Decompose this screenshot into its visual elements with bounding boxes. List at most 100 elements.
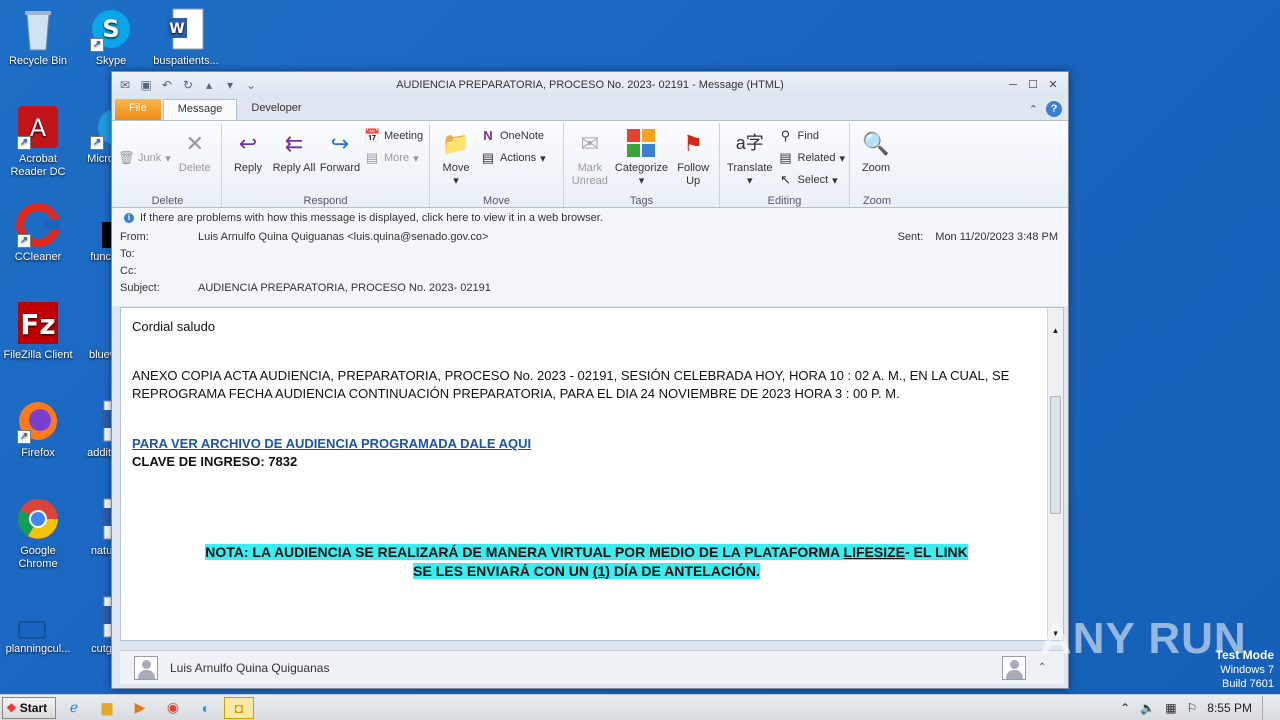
svg-text:Fz: Fz xyxy=(20,308,55,341)
envelope-icon: ✉ xyxy=(119,78,131,92)
follow-up-button[interactable]: ⚑ Follow Up xyxy=(671,125,715,205)
ribbon-group-editing: a字 Translate ▾ ⚲ Find ▤ Related ▾ ↖ Select ▾ E… xyxy=(720,123,850,207)
related-button[interactable]: ▤ Related ▾ xyxy=(778,149,845,167)
title-bar: ✉ ▣ ↶ ↻ ▴ ▾ ⌄ AUDIENCIA PREPARATORIA, PR… xyxy=(112,72,1068,98)
delete-label: Delete xyxy=(178,162,211,174)
note-line-2a: SE LES ENVIARÁ CON UN xyxy=(413,563,593,579)
from-value[interactable]: Luis Arnulfo Quina Quiguanas <luis.quina… xyxy=(198,231,488,243)
action-center-flag-icon[interactable]: ⚐ xyxy=(1187,701,1198,715)
note-lifesize: LIFESIZE xyxy=(843,544,905,560)
help-icon[interactable]: ? xyxy=(1046,101,1062,117)
meeting-button[interactable]: 📅 Meeting xyxy=(364,127,423,145)
meeting-label: Meeting xyxy=(384,130,424,142)
find-button[interactable]: ⚲ Find xyxy=(778,127,845,145)
sent-label: Sent: xyxy=(897,230,924,243)
ribbon-group-respond: ↩ Reply ⇇ Reply All ↪ Forward 📅 Meeting ▤… xyxy=(222,123,430,207)
people-pane: Luis Arnulfo Quina Quiguanas ⌃ xyxy=(120,650,1064,684)
chrome-taskbar-icon[interactable]: ◉ xyxy=(158,697,188,719)
group-label-zoom: Zoom xyxy=(862,195,892,207)
related-label: Related xyxy=(797,152,836,164)
ribbon: 🗑 Junk ▾ ✕ Delete Delete ↩ Reply ⇇ Reply A… xyxy=(112,120,1068,208)
archive-link[interactable]: PARA VER ARCHIVO DE AUDIENCIA PROGRAMADA… xyxy=(132,436,531,451)
skype-icon: S ↗ xyxy=(88,6,134,52)
customize-toolbar-icon[interactable]: ⌄ xyxy=(244,78,258,92)
zoom-label: Zoom xyxy=(861,162,891,174)
note-one: (1) xyxy=(592,563,610,579)
junk-button[interactable]: 🗑 Junk ▾ xyxy=(118,149,171,167)
note-line-1: NOTA: LA AUDIENCIA SE REALIZARÁ DE MANER… xyxy=(205,544,968,560)
scroll-thumb[interactable] xyxy=(1050,396,1061,514)
desktop-icon-chrome[interactable]: Google Chrome xyxy=(0,496,76,571)
test-mode-notice: Test Mode Windows 7 Build 7601 xyxy=(1216,648,1274,691)
desktop-icon-acrobat[interactable]: A ↗ Acrobat Reader DC xyxy=(0,104,76,179)
categorize-button[interactable]: Categorize ▾ xyxy=(614,125,670,205)
file-icon xyxy=(15,594,61,640)
forward-button[interactable]: ↪ Forward xyxy=(318,125,362,205)
undo-icon[interactable]: ↶ xyxy=(160,78,174,92)
recycle-bin-icon xyxy=(15,6,61,52)
more-button[interactable]: ▤ More ▾ xyxy=(364,149,423,167)
network-icon[interactable]: ▦ xyxy=(1165,701,1176,715)
forward-icon: ↪ xyxy=(330,130,350,156)
desktop-icon-filezilla[interactable]: Fz FileZilla Client xyxy=(0,300,76,362)
firefox-icon: ↗ xyxy=(15,398,61,444)
down-arrow-icon[interactable]: ▾ xyxy=(223,78,237,92)
message-body: Cordial saludo ANEXO COPIA ACTA AUDIENCI… xyxy=(120,307,1064,641)
explorer-folder-icon[interactable]: ▆ xyxy=(92,697,122,719)
chrome-icon xyxy=(15,496,61,542)
translate-button[interactable]: a字 Translate ▾ xyxy=(724,125,776,205)
actions-icon: ▤ xyxy=(481,150,495,165)
note-line-2: SE LES ENVIARÁ CON UN (1) DÍA DE ANTELAC… xyxy=(413,563,760,579)
internet-explorer-icon[interactable]: ℯ xyxy=(59,697,89,719)
message-header: From: Luis Arnulfo Quina Quiguanas <luis.… xyxy=(112,228,1068,306)
info-bar[interactable]: i If there are problems with how this me… xyxy=(112,208,1068,228)
select-label: Select xyxy=(797,174,829,186)
delete-button[interactable]: ✕ Delete xyxy=(173,125,217,205)
onenote-button[interactable]: N OneNote xyxy=(480,127,546,145)
zoom-button[interactable]: 🔍 Zoom xyxy=(854,125,898,205)
desktop-icon-firefox[interactable]: ↗ Firefox xyxy=(0,398,76,460)
collapse-ribbon-icon[interactable]: ⌃ xyxy=(1029,103,1038,116)
note-part-1: NOTA: LA AUDIENCIA SE REALIZARÁ DE MANER… xyxy=(205,544,844,560)
up-arrow-icon[interactable]: ▴ xyxy=(202,78,216,92)
desktop-icon-buspatients[interactable]: W buspatients... xyxy=(148,6,224,68)
vertical-scrollbar[interactable]: ▲ ▼ xyxy=(1047,308,1063,640)
group-label-tags: Tags xyxy=(629,195,654,207)
show-desktop-button[interactable] xyxy=(1262,695,1272,720)
save-icon[interactable]: ▣ xyxy=(139,78,153,92)
show-hidden-icons[interactable]: ⌃ xyxy=(1120,701,1130,715)
ribbon-tabs: File Message Developer ⌃ ? xyxy=(112,98,1068,120)
close-button[interactable]: ✕ xyxy=(1044,77,1062,93)
volume-icon[interactable]: 🔈 xyxy=(1140,701,1155,715)
tab-file[interactable]: File xyxy=(115,99,161,120)
desktop-icon-recycle-bin[interactable]: Recycle Bin xyxy=(0,6,76,68)
clock[interactable]: 8:55 PM xyxy=(1207,701,1252,715)
edge-taskbar-icon[interactable]: ◐ xyxy=(191,697,221,719)
minimize-button[interactable]: ─ xyxy=(1004,77,1022,93)
move-button[interactable]: 📁 Move ▾ xyxy=(434,125,478,205)
reply-all-button[interactable]: ⇇ Reply All xyxy=(272,125,316,205)
cc-label: Cc: xyxy=(120,264,137,277)
desktop-icon-ccleaner[interactable]: ↗ CCleaner xyxy=(0,202,76,264)
scroll-up-icon[interactable]: ▲ xyxy=(1048,326,1063,335)
media-player-icon[interactable]: ▶ xyxy=(125,697,155,719)
reply-label: Reply xyxy=(233,162,263,174)
people-pane-name[interactable]: Luis Arnulfo Quina Quiguanas xyxy=(170,661,329,675)
note-line-2b: DÍA DE ANTELACIÓN. xyxy=(609,563,760,579)
redo-icon[interactable]: ↻ xyxy=(181,78,195,92)
tab-developer[interactable]: Developer xyxy=(237,99,315,120)
mark-unread-button[interactable]: ✉ Mark Unread xyxy=(568,125,612,205)
tab-message[interactable]: Message xyxy=(162,99,238,120)
avatar[interactable] xyxy=(134,655,158,680)
taskbar: ❖ Start ℯ ▆ ▶ ◉ ◐ ◘ ⌃ 🔈 ▦ ⚐ 8:55 PM xyxy=(0,694,1280,720)
actions-button[interactable]: ▤ Actions ▾ xyxy=(480,149,546,167)
select-button[interactable]: ↖ Select ▾ xyxy=(778,171,845,189)
start-button[interactable]: ❖ Start xyxy=(2,696,56,719)
outlook-taskbar-icon[interactable]: ◘ xyxy=(224,696,254,719)
avatar[interactable] xyxy=(1002,655,1026,680)
desktop-icon-skype[interactable]: S ↗ Skype xyxy=(73,6,149,68)
reply-button[interactable]: ↩ Reply xyxy=(226,125,270,205)
desktop-icon-planningcul[interactable]: planningcul... xyxy=(0,594,76,656)
onenote-icon: N xyxy=(483,128,493,143)
maximize-button[interactable]: ☐ xyxy=(1024,77,1042,93)
